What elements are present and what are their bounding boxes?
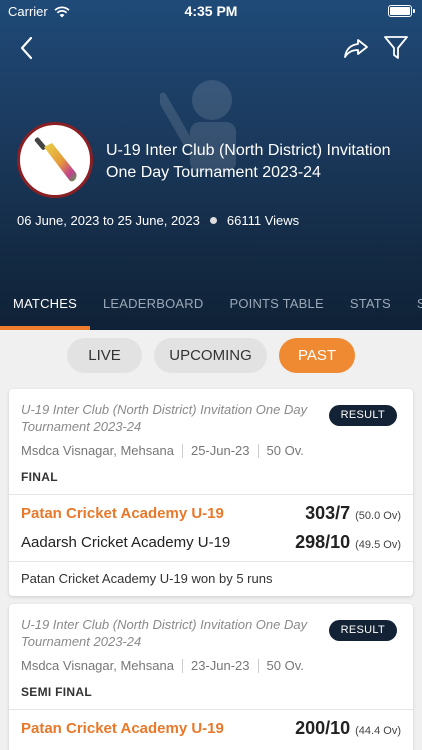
tournament-meta: 06 June, 2023 to 25 June, 2023 66111 Vie…: [17, 213, 299, 228]
separator-dot: [209, 217, 217, 224]
tab-stats[interactable]: STATS: [337, 284, 404, 330]
tab-leaderboard[interactable]: LEADERBOARD: [90, 284, 216, 330]
divider: [257, 658, 259, 673]
cricket-bat-logo: [34, 137, 77, 182]
team1-overs: (44.4 Ov): [355, 725, 401, 737]
match-venue: Msdca Visnagar, Mehsana: [21, 443, 174, 458]
card-divider: [9, 494, 413, 495]
tab-sponsors[interactable]: SPONSORS: [404, 284, 422, 330]
match-venue: Msdca Visnagar, Mehsana: [21, 658, 174, 673]
result-badge: RESULT: [328, 405, 397, 426]
team1-runs: 303/7: [305, 503, 351, 523]
match-tournament-name: U-19 Inter Club (North District) Invitat…: [21, 617, 308, 649]
clock: 4:35 PM: [184, 3, 238, 19]
team2-overs: (49.5 Ov): [355, 539, 401, 551]
team1-name: Patan Cricket Academy U-19: [21, 720, 224, 737]
back-arrow-icon[interactable]: [14, 34, 42, 62]
match-round: SEMI FINAL: [21, 685, 92, 699]
match-date: 25-Jun-23: [190, 443, 250, 458]
card-divider: [9, 561, 413, 562]
filter-past-button[interactable]: PAST: [279, 338, 355, 373]
team1-name: Patan Cricket Academy U-19: [21, 505, 224, 522]
tab-points-table[interactable]: POINTS TABLE: [216, 284, 336, 330]
status-bar: Carrier 4:35 PM: [0, 0, 422, 22]
match-round: FINAL: [21, 470, 58, 484]
match-card[interactable]: U-19 Inter Club (North District) Invitat…: [9, 604, 413, 750]
divider: [181, 443, 183, 458]
tournament-dates: 06 June, 2023 to 25 June, 2023: [17, 213, 200, 228]
tab-bar: MATCHES LEADERBOARD POINTS TABLE STATS S…: [0, 284, 422, 330]
filter-icon[interactable]: [382, 33, 410, 61]
match-result-summary: Patan Cricket Academy U-19 won by 5 runs: [21, 571, 273, 586]
team1-score: 200/10 (44.4 Ov): [295, 718, 401, 739]
filter-live-button[interactable]: LIVE: [67, 338, 142, 373]
tournament-title: U-19 Inter Club (North District) Invitat…: [106, 142, 391, 181]
battery-icon: [388, 5, 415, 17]
match-card[interactable]: U-19 Inter Club (North District) Invitat…: [9, 389, 413, 596]
divider: [181, 658, 183, 673]
match-tournament-name: U-19 Inter Club (North District) Invitat…: [21, 402, 308, 434]
team1-score: 303/7 (50.0 Ov): [305, 503, 401, 524]
team1-overs: (50.0 Ov): [355, 510, 401, 522]
tournament-header: Carrier 4:35 PM U-19 Inter Club (North D…: [0, 0, 422, 330]
match-date: 23-Jun-23: [190, 658, 250, 673]
match-venue-info: Msdca Visnagar, Mehsana 25-Jun-23 50 Ov.: [21, 443, 304, 458]
match-filter-group: LIVE UPCOMING PAST: [0, 338, 422, 374]
tournament-views: 66111 Views: [226, 213, 300, 228]
team2-runs: 298/10: [295, 532, 351, 552]
tournament-logo: [17, 122, 93, 198]
team1-runs: 200/10: [295, 718, 351, 738]
match-overs: 50 Ov.: [266, 443, 304, 458]
filter-upcoming-button[interactable]: UPCOMING: [154, 338, 267, 373]
divider: [257, 443, 259, 458]
card-divider: [9, 709, 413, 710]
tab-matches[interactable]: MATCHES: [0, 284, 90, 330]
result-badge: RESULT: [328, 620, 397, 641]
team2-name: Aadarsh Cricket Academy U-19: [21, 534, 231, 551]
match-overs: 50 Ov.: [266, 658, 304, 673]
match-venue-info: Msdca Visnagar, Mehsana 23-Jun-23 50 Ov.: [21, 658, 304, 673]
team2-score: 298/10 (49.5 Ov): [295, 532, 401, 553]
share-icon[interactable]: [342, 34, 370, 62]
